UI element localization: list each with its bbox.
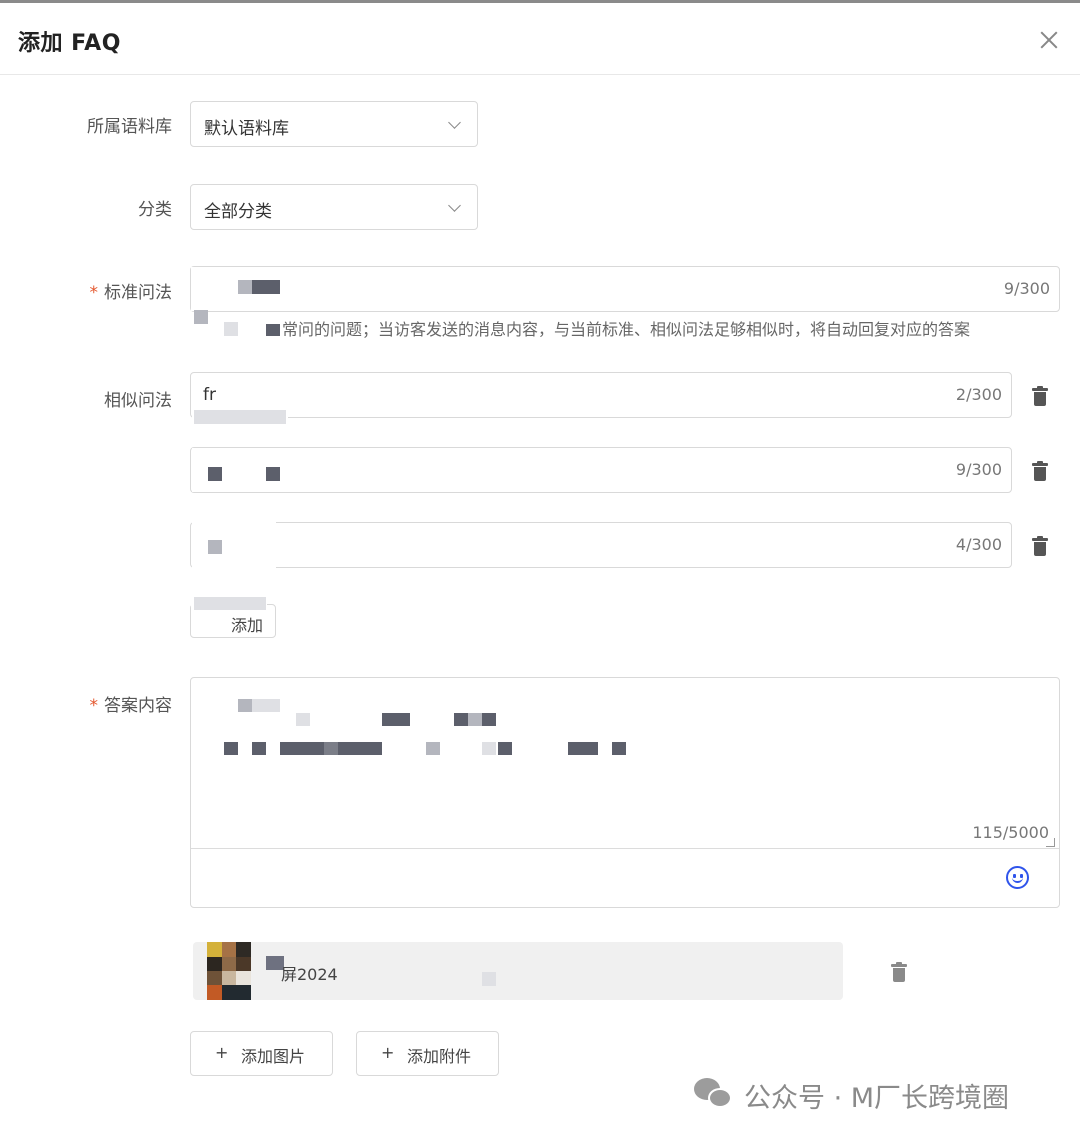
answer-label: * 答案内容 [0,691,173,716]
char-counter: 9/300 [955,460,1002,479]
redacted-text [498,742,512,755]
add-attachment-label: 添加附件 [407,1047,472,1066]
similar-questions-label: 相似问法 [104,391,172,411]
redacted-text [238,699,252,712]
plus-icon: + [215,1043,229,1062]
redacted-text [252,699,280,712]
redacted-text [252,742,266,755]
redacted-text [224,322,238,336]
redacted-text [468,713,482,726]
redacted-text [266,467,280,481]
trash-icon[interactable] [891,962,907,982]
dialog-title: 添加 FAQ [18,31,121,56]
redacted-text [612,742,626,755]
add-button-label: 添加 [231,616,264,635]
watermark-text: 公众号 · M厂长跨境圈 [744,1083,1010,1114]
redacted-text [454,713,468,726]
char-counter: 115/5000 [972,823,1049,842]
trash-icon[interactable] [1032,461,1048,481]
hint-text: 常问的问题；当访客发送的消息内容，与当前标准、相似问法足够相似时，将自动回复对应… [282,320,971,339]
wechat-icon [694,1078,736,1108]
similar-question-input[interactable]: 9/300 [190,447,1012,493]
char-counter: 9/300 [1003,279,1050,298]
redacted-text [208,467,222,481]
redacted-text [224,742,238,755]
plus-icon: + [381,1043,395,1062]
chevron-down-icon [448,116,461,129]
required-mark: * [89,696,99,716]
standard-question-input[interactable]: 9/300 [190,266,1060,312]
redacted-text [482,742,496,755]
standard-question-hint: 常问的问题；当访客发送的消息内容，与当前标准、相似问法足够相似时，将自动回复对应… [190,316,1040,340]
char-counter: 2/300 [955,385,1002,404]
redacted-text [482,972,496,986]
redacted-text [426,742,440,755]
redacted-text [568,742,598,755]
corpus-select[interactable]: 默认语料库 [190,101,478,147]
emoji-icon[interactable] [1006,866,1029,889]
attachment-item: 屏2024 [193,942,843,1000]
similar-question-input[interactable]: 4/300 [190,522,1012,568]
close-icon[interactable] [1034,25,1064,55]
similar-question-input[interactable]: fr 2/300 [190,372,1012,418]
redacted-text [280,742,324,755]
add-image-label: 添加图片 [241,1047,306,1066]
redaction-mask [192,448,276,492]
redacted-text [266,324,280,336]
category-select[interactable]: 全部分类 [190,184,478,230]
corpus-label: 所属语料库 [87,117,172,137]
redacted-text [252,280,280,294]
trash-icon[interactable] [1032,536,1048,556]
redacted-text [194,597,266,610]
attachment-name: 屏2024 [281,965,338,984]
dialog-header: 添加 FAQ [0,3,1080,75]
category-label: 分类 [138,200,172,220]
image-thumbnail [207,942,251,1000]
required-mark: * [89,283,99,303]
standard-question-label-text: 标准问法 [104,283,172,303]
add-image-button[interactable]: + 添加图片 [190,1031,333,1076]
redacted-text [194,310,208,324]
editor-divider [191,848,1059,849]
chevron-down-icon [448,199,461,212]
redacted-text [324,742,338,755]
add-attachment-button[interactable]: + 添加附件 [356,1031,499,1076]
redacted-text [482,713,496,726]
trash-icon[interactable] [1032,386,1048,406]
category-select-value: 全部分类 [204,202,272,222]
standard-question-label: * 标准问法 [0,278,173,303]
similar-question-value: fr [203,385,216,405]
char-counter: 4/300 [955,535,1002,554]
redacted-text [208,540,222,554]
redacted-text [338,742,382,755]
redacted-text [238,280,252,294]
redacted-text [194,410,286,424]
answer-label-text: 答案内容 [104,696,172,716]
redacted-text [296,713,310,726]
resize-handle[interactable] [1046,838,1055,847]
answer-editor[interactable]: 115/5000 [190,677,1060,908]
corpus-select-value: 默认语料库 [204,119,289,139]
redacted-text [382,713,410,726]
redaction-mask [192,520,276,600]
